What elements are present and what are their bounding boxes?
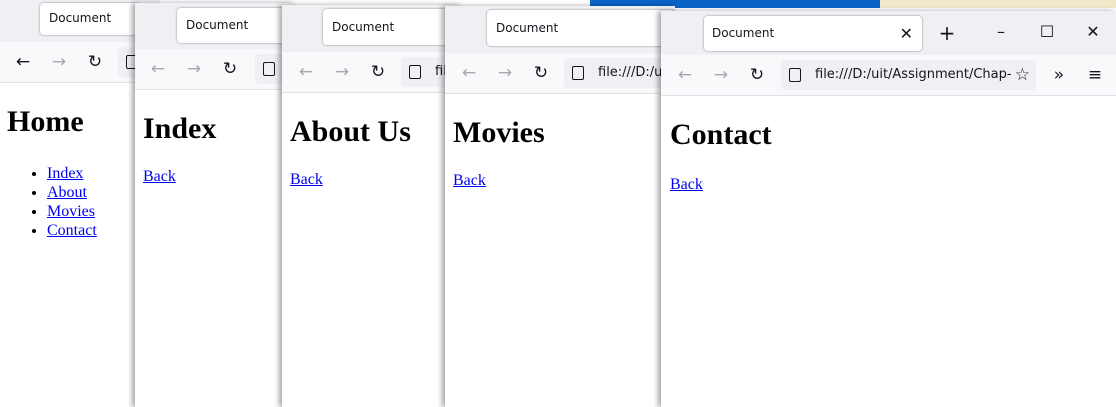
page-heading: Home bbox=[7, 105, 84, 138]
forward-arrow-icon[interactable]: → bbox=[331, 61, 353, 83]
page-icon bbox=[789, 68, 801, 82]
close-window-icon[interactable]: ✕ bbox=[1083, 22, 1103, 42]
overflow-chevron-icon[interactable]: » bbox=[1048, 64, 1070, 86]
link-index[interactable]: Index bbox=[47, 165, 83, 182]
nav-bar: ← → ↻ fil bbox=[282, 52, 462, 93]
nav-bar: ← → ↻ file:///D:/ui bbox=[445, 53, 675, 94]
tab-document[interactable]: Document ✕ bbox=[704, 16, 922, 51]
browser-window-index[interactable]: Document ← → ↻ Index Back bbox=[135, 3, 295, 407]
back-arrow-icon[interactable]: ← bbox=[12, 51, 34, 73]
tab-strip: Document ✕ + – ☐ ✕ bbox=[661, 11, 1116, 55]
hamburger-menu-icon[interactable]: ≡ bbox=[1084, 64, 1106, 86]
nav-link-list: Index About Movies Contact bbox=[7, 164, 97, 240]
list-item: Movies bbox=[47, 202, 97, 221]
link-movies[interactable]: Movies bbox=[47, 203, 95, 220]
nav-bar: ← → ↻ file:///D:/uit/Assignment/Chap- ☆ … bbox=[661, 55, 1116, 96]
page-content: Contact Back bbox=[661, 96, 1116, 407]
url-text: file:///D:/uit/Assignment/Chap- bbox=[815, 67, 1012, 82]
desktop-background-cream bbox=[880, 0, 1116, 8]
back-link[interactable]: Back bbox=[143, 168, 176, 186]
reload-icon[interactable]: ↻ bbox=[530, 62, 552, 84]
tab-document[interactable]: Document bbox=[40, 3, 140, 35]
tab-title: Document bbox=[186, 18, 249, 32]
tab-title: Document bbox=[712, 26, 775, 40]
url-bar[interactable]: file:///D:/ui bbox=[564, 58, 675, 88]
tab-title: Document bbox=[332, 20, 395, 34]
page-icon bbox=[263, 62, 275, 76]
tab-title: Document bbox=[496, 21, 559, 35]
back-arrow-icon[interactable]: ← bbox=[295, 61, 317, 83]
browser-window-about[interactable]: Document ← → ↻ fil About Us Back bbox=[282, 5, 462, 407]
link-about[interactable]: About bbox=[47, 184, 87, 201]
link-contact[interactable]: Contact bbox=[47, 222, 97, 239]
list-item: About bbox=[47, 183, 97, 202]
browser-window-contact[interactable]: Document ✕ + – ☐ ✕ ← → ↻ file:///D:/uit/… bbox=[661, 11, 1116, 407]
reload-icon[interactable]: ↻ bbox=[746, 64, 768, 86]
forward-arrow-icon[interactable]: → bbox=[494, 62, 516, 84]
reload-icon[interactable]: ↻ bbox=[367, 61, 389, 83]
page-icon bbox=[572, 66, 584, 80]
bookmark-star-icon[interactable]: ☆ bbox=[1015, 60, 1030, 90]
back-link[interactable]: Back bbox=[290, 171, 323, 189]
nav-bar: ← → ↻ bbox=[135, 49, 295, 90]
browser-window-movies[interactable]: Document ← → ↻ file:///D:/ui Movies Back bbox=[445, 6, 675, 407]
page-content: Movies Back bbox=[445, 94, 675, 407]
url-text: file:///D:/ui bbox=[598, 65, 666, 80]
forward-arrow-icon[interactable]: → bbox=[710, 64, 732, 86]
back-arrow-icon[interactable]: ← bbox=[458, 62, 480, 84]
page-heading: About Us bbox=[290, 115, 411, 148]
new-tab-plus-icon[interactable]: + bbox=[937, 23, 957, 43]
back-link[interactable]: Back bbox=[453, 172, 486, 190]
tab-strip: Document bbox=[135, 3, 295, 49]
page-heading: Movies bbox=[453, 116, 545, 149]
page-content: Index Back bbox=[135, 90, 295, 407]
tab-strip: Document bbox=[445, 6, 675, 53]
list-item: Index bbox=[47, 164, 97, 183]
tab-document[interactable]: Document bbox=[323, 9, 462, 45]
back-arrow-icon[interactable]: ← bbox=[147, 58, 169, 80]
tab-document[interactable]: Document bbox=[487, 10, 675, 46]
forward-arrow-icon[interactable]: → bbox=[48, 51, 70, 73]
tab-document[interactable]: Document bbox=[177, 8, 295, 43]
close-tab-icon[interactable]: ✕ bbox=[900, 16, 913, 51]
tab-strip: Document bbox=[282, 5, 462, 52]
reload-icon[interactable]: ↻ bbox=[84, 51, 106, 73]
tab-title: Document bbox=[49, 11, 112, 25]
page-content: About Us Back bbox=[282, 93, 462, 407]
url-bar[interactable]: file:///D:/uit/Assignment/Chap- ☆ bbox=[781, 60, 1036, 90]
reload-icon[interactable]: ↻ bbox=[219, 58, 241, 80]
minimize-icon[interactable]: – bbox=[991, 22, 1011, 42]
back-arrow-icon[interactable]: ← bbox=[674, 64, 696, 86]
page-heading: Contact bbox=[670, 118, 772, 151]
list-item: Contact bbox=[47, 221, 97, 240]
page-heading: Index bbox=[143, 112, 217, 145]
forward-arrow-icon[interactable]: → bbox=[183, 58, 205, 80]
back-link[interactable]: Back bbox=[670, 176, 703, 194]
maximize-icon[interactable]: ☐ bbox=[1037, 22, 1057, 42]
page-icon bbox=[409, 65, 421, 79]
